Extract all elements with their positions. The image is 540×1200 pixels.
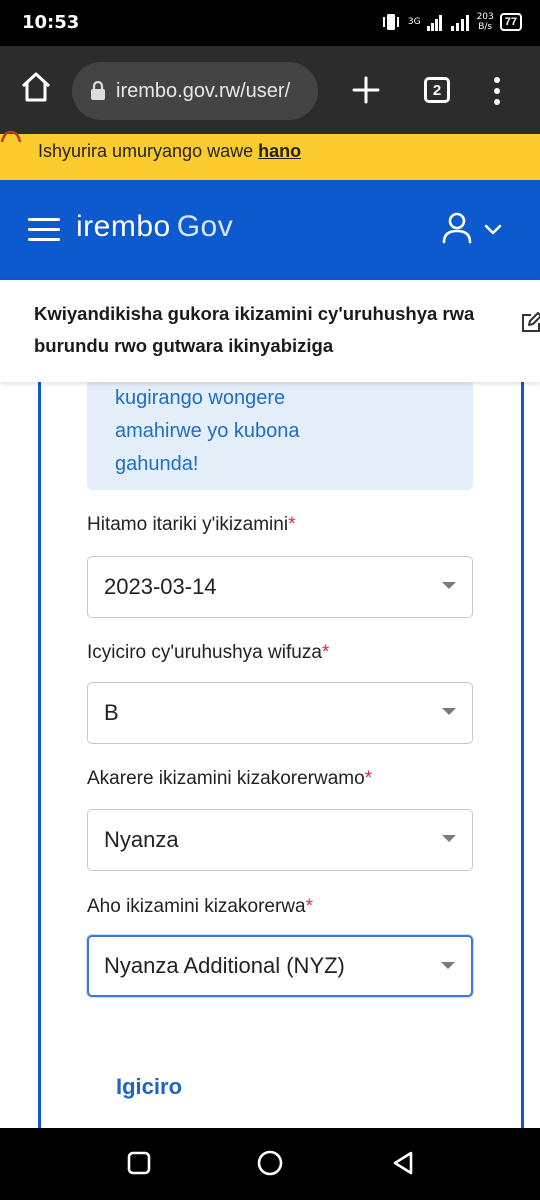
- network-speed-value: 203: [476, 12, 494, 22]
- district-select[interactable]: Nyanza: [87, 809, 473, 871]
- chevron-down-icon[interactable]: [484, 224, 502, 236]
- license-category-label: Icyiciro cy'uruhushya wifuza*: [87, 642, 330, 663]
- status-time: 10:53: [22, 12, 80, 33]
- announcement-banner: Ishyurira umuryango wawe hano: [0, 130, 540, 180]
- browser-toolbar: irembo.gov.rw/user/ 2: [0, 46, 540, 134]
- dropdown-arrow-icon: [442, 582, 456, 589]
- banner-text: Ishyurira umuryango wawe: [38, 141, 259, 161]
- more-options-icon[interactable]: [490, 76, 504, 106]
- district-value: Nyanza: [104, 827, 179, 852]
- exam-center-select[interactable]: Nyanza Additional (NYZ): [87, 935, 473, 997]
- banner-link[interactable]: hano: [258, 141, 301, 161]
- page-title: Kwiyandikisha gukora ikizamini cy'uruhus…: [34, 303, 475, 356]
- logo-brand: irembo: [76, 210, 171, 243]
- info-line: amahirwe yo kubona: [115, 420, 300, 442]
- info-line: gahunda!: [115, 453, 199, 475]
- dropdown-arrow-icon: [442, 835, 456, 842]
- lock-icon: [91, 81, 105, 100]
- district-label: Akarere ikizamini kizakorerwamo*: [87, 768, 373, 789]
- home-icon[interactable]: [20, 70, 52, 104]
- url-bar[interactable]: irembo.gov.rw/user/: [72, 62, 318, 120]
- user-icon[interactable]: [442, 212, 472, 244]
- signal-icon-2: [450, 15, 469, 31]
- application-form-card: kugirango wongere amahirwe yo kubona gah…: [38, 382, 524, 1142]
- bell-icon: [0, 130, 22, 142]
- network-speed: 203 B/s: [477, 12, 494, 32]
- license-category-value: B: [104, 700, 119, 725]
- price-section-title: Igiciro: [116, 1074, 183, 1099]
- status-icons: 3G 203 B/s 77: [380, 11, 522, 33]
- info-line: kugirango wongere: [115, 387, 286, 409]
- menu-icon[interactable]: [28, 218, 60, 242]
- url-text: irembo.gov.rw/user/: [116, 79, 291, 102]
- edit-icon[interactable]: [520, 312, 540, 334]
- logo-suffix: Gov: [176, 210, 234, 243]
- exam-date-value: 2023-03-14: [104, 574, 217, 599]
- network-speed-unit: B/s: [478, 22, 493, 32]
- site-header: irembo Gov: [0, 180, 540, 280]
- dropdown-arrow-icon: [441, 962, 455, 969]
- signal-icon: [426, 15, 442, 31]
- system-navigation-bar: [0, 1128, 540, 1200]
- back-icon[interactable]: [390, 1150, 416, 1176]
- exam-date-label: Hitamo itariki y'ikizamini*: [87, 514, 296, 535]
- status-bar: 10:53 3G 203 B/s 77: [0, 0, 540, 46]
- irembo-logo[interactable]: irembo Gov: [76, 210, 233, 244]
- info-box: kugirango wongere amahirwe yo kubona gah…: [87, 382, 473, 490]
- page-title-bar: Kwiyandikisha gukora ikizamini cy'uruhus…: [0, 280, 540, 382]
- home-button-icon[interactable]: [256, 1149, 284, 1177]
- exam-date-select[interactable]: 2023-03-14: [87, 556, 473, 618]
- exam-center-label: Aho ikizamini kizakorerwa*: [87, 896, 313, 917]
- new-tab-icon[interactable]: [352, 76, 380, 104]
- license-category-select[interactable]: B: [87, 682, 473, 744]
- recent-apps-icon[interactable]: [126, 1150, 152, 1176]
- tab-switcher-button[interactable]: 2: [424, 77, 450, 103]
- exam-center-value: Nyanza Additional (NYZ): [104, 953, 345, 978]
- vibrate-icon: [382, 14, 399, 30]
- network-type: 3G: [407, 17, 421, 27]
- dropdown-arrow-icon: [442, 708, 456, 715]
- battery-indicator: 77: [499, 13, 522, 31]
